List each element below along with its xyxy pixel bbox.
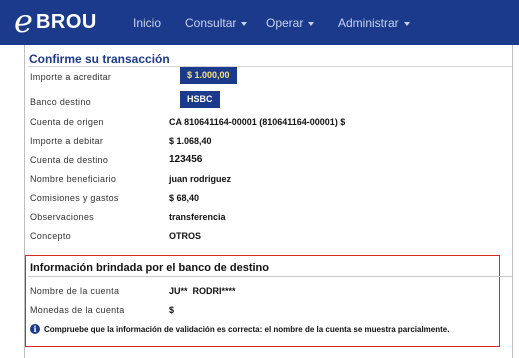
nav-inicio-label: Inicio xyxy=(133,16,162,30)
chevron-down-icon xyxy=(241,21,248,26)
label-monedas-cuenta: Monedas de la cuenta xyxy=(30,305,125,315)
value-cuenta-origen: CA 810641164-00001 (810641164-00001) $ xyxy=(169,117,346,127)
value-nombre-beneficiario: juan rodriguez xyxy=(169,174,232,184)
nav-consultar[interactable]: Consultar xyxy=(185,16,248,30)
value-monedas-cuenta: $ xyxy=(169,305,175,315)
label-banco-destino: Banco destino xyxy=(30,97,91,107)
label-importe-debitar: Importe a debitar xyxy=(30,136,104,146)
chevron-down-icon xyxy=(308,21,315,26)
nav-administrar[interactable]: Administrar xyxy=(338,16,410,30)
info-icon: i xyxy=(30,324,40,334)
nav-inicio[interactable]: Inicio xyxy=(133,16,161,30)
nav-administrar-label: Administrar xyxy=(338,16,399,30)
chevron-down-icon xyxy=(403,21,410,26)
divider xyxy=(28,66,512,67)
label-concepto: Concepto xyxy=(30,231,71,241)
value-importe-debitar: $ 1.068,40 xyxy=(169,136,212,146)
value-importe-acreditar: $ 1.000,00 xyxy=(180,67,237,84)
confirm-title: Confirme su transacción xyxy=(29,52,170,66)
divider xyxy=(28,276,512,277)
label-nombre-cuenta: Nombre de la cuenta xyxy=(30,286,120,296)
destination-title: Información brindada por el banco de des… xyxy=(30,262,269,274)
value-comisiones: $ 68,40 xyxy=(169,193,200,203)
label-comisiones: Comisiones y gastos xyxy=(30,193,119,203)
nav-operar[interactable]: Operar xyxy=(266,16,315,30)
label-nombre-beneficiario: Nombre beneficiario xyxy=(30,174,117,184)
validation-info-text: Compruebe que la información de validaci… xyxy=(44,325,450,334)
top-navbar: e BROU Inicio Consultar Operar Administr… xyxy=(0,0,519,45)
label-cuenta-origen: Cuenta de origen xyxy=(30,117,104,127)
nav-operar-label: Operar xyxy=(266,16,304,30)
label-cuenta-destino: Cuenta de destino xyxy=(30,155,109,165)
brou-logo[interactable]: e BROU xyxy=(14,5,97,37)
logo-e-icon: e xyxy=(14,1,33,40)
nav-consultar-label: Consultar xyxy=(185,16,237,30)
value-observaciones: transferencia xyxy=(169,212,226,222)
value-cuenta-destino: 123456 xyxy=(169,154,203,165)
panel-right-border xyxy=(512,45,513,358)
value-banco-destino: HSBC xyxy=(180,91,220,108)
value-nombre-cuenta: JU** RODRI**** xyxy=(169,286,236,296)
logo-text: BROU xyxy=(35,11,97,33)
value-concepto: OTROS xyxy=(169,231,202,241)
label-importe-acreditar: Importe a acreditar xyxy=(30,72,112,82)
label-observaciones: Observaciones xyxy=(30,212,94,222)
